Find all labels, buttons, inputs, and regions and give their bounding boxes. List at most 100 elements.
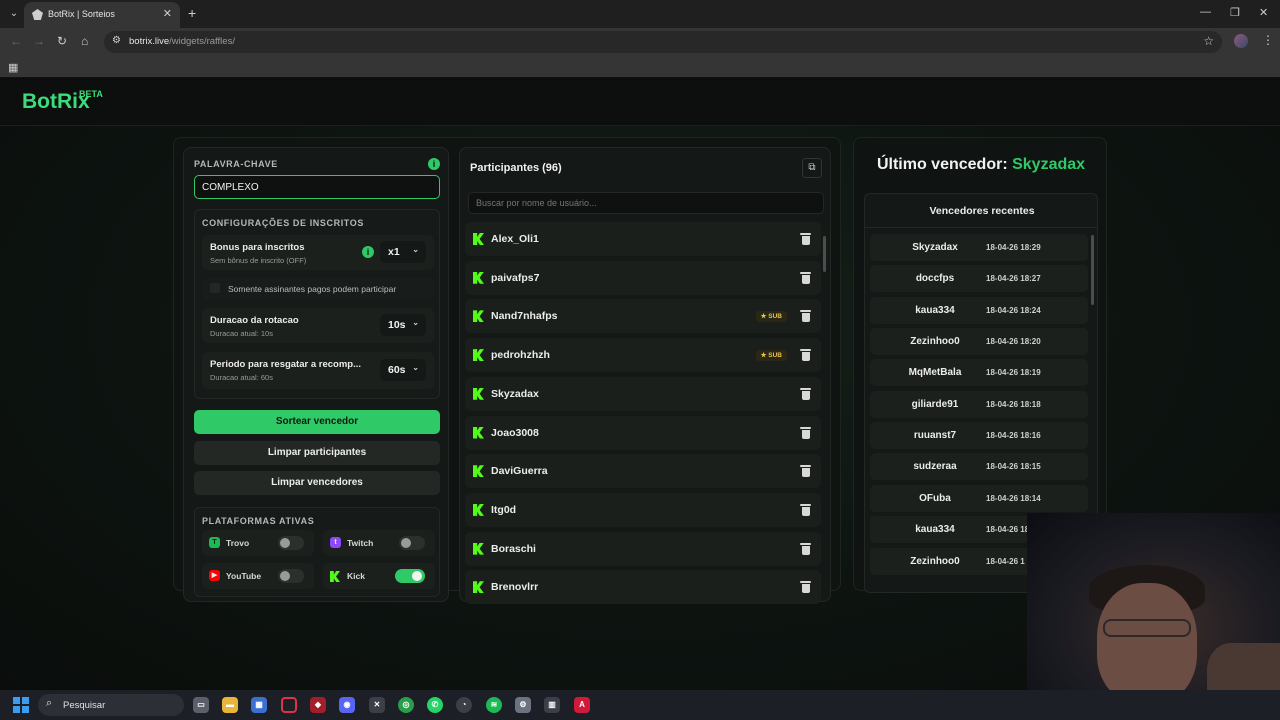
trovo-toggle[interactable]	[278, 536, 304, 550]
reload-icon[interactable]: ↻	[57, 34, 67, 48]
platform-label: Kick	[347, 571, 365, 581]
trash-icon[interactable]	[800, 233, 811, 245]
participant-row: paivafps7	[465, 260, 821, 295]
participant-row: Alex_Oli1	[465, 222, 821, 256]
keyword-input[interactable]	[194, 175, 440, 199]
trash-icon[interactable]	[800, 503, 811, 516]
store-icon[interactable]: ▦	[251, 697, 267, 713]
copy-icon[interactable]: ⧉	[802, 158, 822, 178]
settings-gear-icon[interactable]: ⚙	[515, 697, 531, 713]
trash-icon[interactable]	[800, 426, 811, 439]
window-close-icon[interactable]: ✕	[1259, 6, 1268, 19]
youtube-toggle[interactable]	[278, 569, 304, 583]
bookmark-star-icon[interactable]: ☆	[1203, 34, 1214, 48]
trash-icon[interactable]	[800, 465, 811, 478]
winner-time: 18-04-26 18:20	[986, 337, 1041, 347]
taskbar-search-label: Pesquisar	[63, 700, 106, 711]
clear-winners-button[interactable]: Limpar vencedores	[194, 471, 440, 495]
bonus-info-icon[interactable]: i	[362, 246, 374, 258]
winner-row: Skyzadax 18-04-26 18:29	[870, 234, 1088, 261]
minimize-icon[interactable]: —	[1200, 6, 1211, 18]
winner-name: OFuba	[919, 492, 951, 504]
site-settings-icon[interactable]: ⚙	[112, 35, 121, 46]
opera-gx-icon[interactable]	[281, 697, 297, 713]
sub-badge: ★ SUB	[755, 350, 787, 362]
platform-youtube: ▶ YouTube	[202, 563, 314, 589]
winner-row: MqMetBala 18-04-26 18:19	[870, 359, 1088, 387]
trash-icon[interactable]	[800, 310, 811, 323]
active-platforms-section: PLATAFORMAS ATIVAS T Trovo t Twitch ▶ Yo…	[194, 507, 440, 597]
obs-icon[interactable]: ◔	[456, 697, 472, 713]
discord-icon[interactable]: ◉	[339, 697, 355, 713]
capture-app-icon[interactable]: ✕	[369, 697, 385, 713]
winner-row: ruuanst7 18-04-26 18:16	[870, 422, 1088, 450]
bookmarks-bar: ▦	[0, 56, 1280, 78]
tab-list-chevron-icon[interactable]: ⌄	[6, 6, 22, 22]
trash-icon[interactable]	[800, 349, 811, 362]
new-tab-plus-icon[interactable]: +	[188, 5, 196, 21]
participant-search-input[interactable]	[468, 192, 824, 214]
keyword-info-icon[interactable]: i	[428, 158, 440, 170]
claim-title: Periodo para resgatar a recomp...	[210, 359, 362, 370]
kick-toggle[interactable]	[395, 569, 425, 583]
file-explorer-icon[interactable]: ▬	[222, 697, 238, 713]
restore-icon[interactable]: ❐	[1230, 6, 1240, 19]
botrix-logo[interactable]: BotRix BETA	[22, 89, 103, 114]
windows-taskbar: ⌕ Pesquisar ▭ ▬ ▦ ◆ ◉ ✕ ◎ ✆ ◔ ≋ ⚙ ▥ A	[0, 690, 1280, 720]
platform-trovo: T Trovo	[202, 530, 314, 556]
tab-close-icon[interactable]: ✕	[163, 7, 172, 20]
spotify-icon[interactable]: ≋	[486, 697, 502, 713]
draw-winner-button[interactable]: Sortear vencedor	[194, 410, 440, 434]
winner-name: MqMetBala	[908, 367, 962, 379]
twitch-toggle[interactable]	[399, 536, 425, 550]
claim-period-select[interactable]: 60s ⌄	[380, 359, 426, 381]
game-app-icon[interactable]: ◆	[310, 697, 326, 713]
browser-menu-icon[interactable]: ⋮	[1262, 33, 1274, 47]
beta-badge: BETA	[79, 89, 103, 99]
trash-icon[interactable]	[800, 581, 811, 594]
paid-only-option[interactable]: Somente assinantes pagos podem participa…	[202, 278, 434, 300]
participant-name: Boraschi	[491, 542, 536, 555]
kick-icon	[473, 581, 484, 594]
platforms-title: PLATAFORMAS ATIVAS	[202, 516, 315, 526]
taskbar-search[interactable]: ⌕ Pesquisar	[38, 694, 184, 716]
clear-participants-button[interactable]: Limpar participantes	[194, 441, 440, 465]
browser-tab[interactable]: BotRix | Sorteios ✕	[24, 2, 180, 28]
site-header: BotRix BETA	[0, 80, 1280, 126]
chevron-down-icon: ⌄	[412, 318, 419, 327]
trash-icon[interactable]	[800, 387, 811, 400]
profile-avatar[interactable]	[1234, 34, 1248, 48]
task-view-icon[interactable]: ▭	[193, 697, 209, 713]
participant-name: DaviGuerra	[491, 465, 548, 478]
search-icon: ⌕	[46, 697, 53, 709]
winner-time: 18-04-26 18:24	[986, 305, 1041, 315]
chevron-down-icon: ⌄	[412, 363, 419, 372]
participant-row: Brenovlrr	[465, 570, 821, 605]
winner-name: kaua334	[915, 524, 955, 536]
forward-arrow-icon[interactable]: →	[33, 34, 45, 48]
apps-grid-icon[interactable]: ▦	[8, 61, 18, 74]
address-bar[interactable]: ⚙ botrix.live/widgets/raffles/ ☆	[104, 31, 1222, 53]
adobe-icon[interactable]: A	[574, 697, 590, 713]
participant-row: Itg0d	[465, 492, 821, 527]
recent-winners-title: Vencedores recentes	[929, 205, 1035, 217]
back-arrow-icon[interactable]: ←	[10, 34, 22, 48]
trash-icon[interactable]	[800, 271, 811, 284]
whatsapp-icon[interactable]: ✆	[427, 697, 443, 713]
winner-row: OFuba 18-04-26 18:14	[870, 484, 1088, 512]
chrome-icon[interactable]: ◎	[398, 697, 414, 713]
bonus-multiplier-select[interactable]: x1 ⌄	[380, 241, 426, 263]
trash-icon[interactable]	[800, 542, 811, 555]
winners-scrollbar[interactable]	[1091, 235, 1094, 305]
paid-only-checkbox[interactable]	[210, 283, 220, 293]
stream-deck-icon[interactable]: ▥	[544, 697, 560, 713]
participant-name: Joao3008	[491, 426, 539, 439]
participant-name: Brenovlrr	[491, 581, 539, 594]
home-icon[interactable]: ⌂	[81, 34, 88, 48]
kick-icon	[473, 271, 484, 284]
winner-name: Skyzadax	[912, 242, 958, 253]
winner-time: 18-04-26 1	[986, 556, 1025, 566]
windows-start-icon[interactable]	[13, 697, 29, 713]
rotation-duration-select[interactable]: 10s ⌄	[380, 314, 426, 336]
participants-scrollbar[interactable]	[823, 236, 826, 272]
